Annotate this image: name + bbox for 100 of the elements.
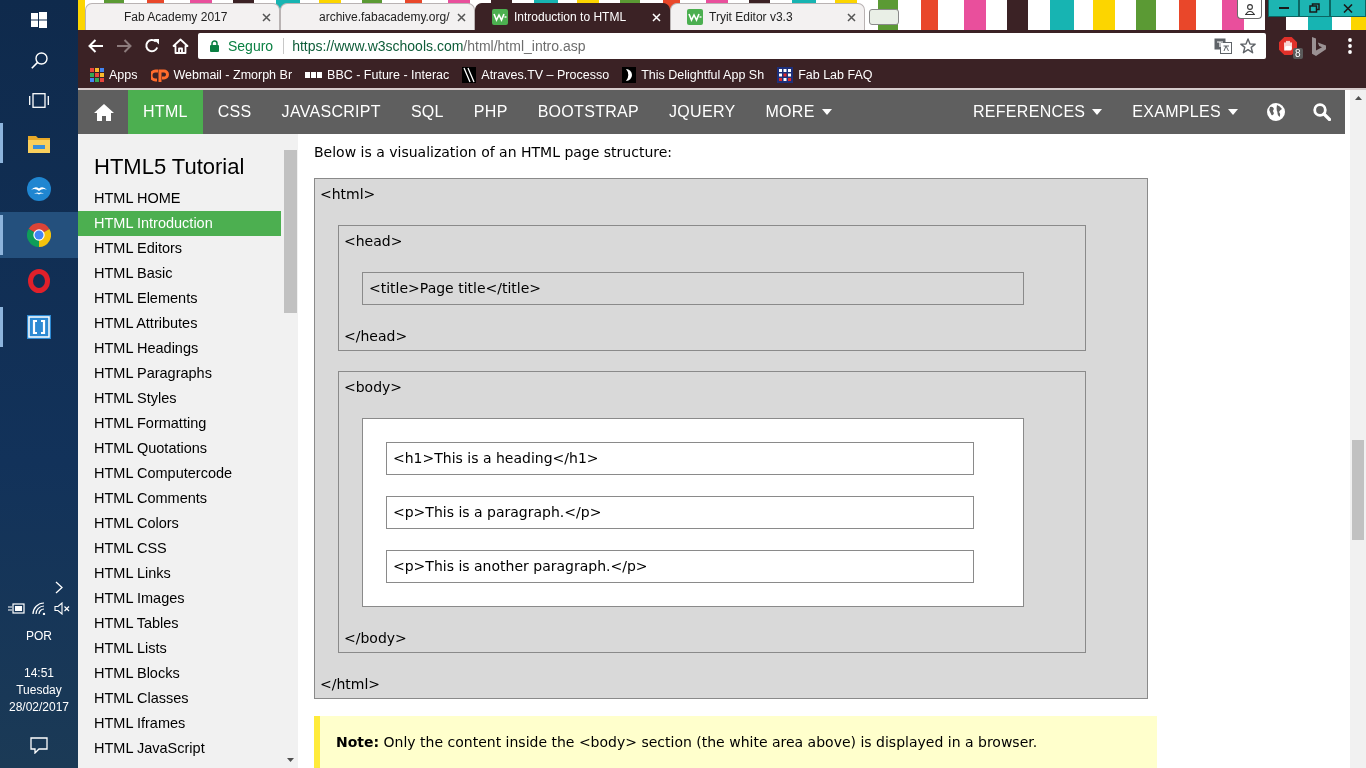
- caret-icon: [1092, 109, 1103, 115]
- browser-tab[interactable]: Tryit Editor v3.3: [670, 3, 865, 30]
- tag-label: </head>: [344, 327, 409, 346]
- url-text: https://www.w3schools.com/html/html_intro.asp: [292, 38, 586, 54]
- tag-label: </html>: [320, 675, 382, 694]
- bookmark-link[interactable]: Apps: [90, 68, 138, 82]
- restore-button[interactable]: [1299, 0, 1330, 17]
- sidebar-link[interactable]: HTML Formatting: [78, 411, 281, 436]
- tab-title: Fab Academy 2017: [124, 10, 229, 24]
- sidebar-link[interactable]: HTML Quotations: [78, 436, 281, 461]
- wifi-icon[interactable]: [32, 602, 47, 615]
- sidebar-link[interactable]: HTML Links: [78, 561, 281, 586]
- folder-icon: [28, 133, 50, 153]
- globe-icon: [1267, 103, 1285, 121]
- intro-text: Below is a visualization of an HTML page structure:: [314, 143, 674, 162]
- bookmark-link[interactable]: Webmail - Zmorph Br: [150, 68, 293, 82]
- address-bar[interactable]: Seguro https://www.w3schools.com/html/html_intro.asp: [198, 33, 1266, 59]
- nav-link[interactable]: JAVASCRIPT: [266, 90, 396, 134]
- notifications-button[interactable]: [27, 734, 51, 756]
- page-scrollbar[interactable]: [1350, 90, 1366, 768]
- clock-day[interactable]: Tuesday: [16, 682, 62, 699]
- sidebar-link[interactable]: HTML Tables: [78, 611, 281, 636]
- sidebar-link[interactable]: HTML HOME: [78, 186, 281, 211]
- bracket-logo-icon: [27, 315, 51, 339]
- star-icon[interactable]: [1240, 38, 1256, 54]
- close-icon: [1343, 3, 1353, 13]
- sidebar-link[interactable]: HTML Colors: [78, 511, 281, 536]
- sidebar-link[interactable]: HTML Attributes: [78, 311, 281, 336]
- sidebar-link[interactable]: HTML Iframes: [78, 711, 281, 736]
- sidebar-link[interactable]: HTML Paragraphs: [78, 361, 281, 386]
- reload-icon: [144, 38, 160, 54]
- search-icon: [1313, 103, 1331, 121]
- sidebar-link[interactable]: HTML Lists: [78, 636, 281, 661]
- extension-badge: 8: [1293, 48, 1303, 59]
- nav-link[interactable]: SQL: [395, 90, 459, 134]
- sidebar-link[interactable]: HTML Computercode: [78, 461, 281, 486]
- nav-link[interactable]: JQUERY: [654, 90, 751, 134]
- tag-label: <body>: [344, 378, 404, 397]
- tab-title: Introduction to HTML: [514, 10, 628, 24]
- nav-menu[interactable]: EXAMPLES: [1117, 90, 1253, 134]
- nav-link[interactable]: CSS: [202, 90, 267, 134]
- nav-link[interactable]: PHP: [458, 90, 523, 134]
- sidebar-title: HTML5 Tutorial: [93, 153, 246, 181]
- sidebar-link[interactable]: HTML Images: [78, 586, 281, 611]
- minimize-button[interactable]: [1268, 0, 1299, 17]
- chevron-icon: [55, 580, 63, 594]
- apps-grid-icon: [90, 68, 104, 82]
- close-icon[interactable]: [847, 12, 856, 22]
- sidebar-link[interactable]: HTML Comments: [78, 486, 281, 511]
- bookmark-link[interactable]: This Delightful App Sh: [622, 67, 765, 83]
- nav-menu[interactable]: REFERENCES: [957, 90, 1118, 134]
- browser-tab[interactable]: archive.fabacademy.org/: [280, 3, 475, 30]
- scrollbar-thumb[interactable]: [284, 150, 297, 313]
- sidebar-link[interactable]: HTML Classes: [78, 686, 281, 711]
- stop-hand-icon: [1278, 37, 1297, 55]
- sidebar-link[interactable]: HTML Styles: [78, 386, 281, 411]
- sidebar-link[interactable]: HTML Editors: [78, 236, 281, 261]
- caret-icon: [1228, 109, 1238, 115]
- nav-menu[interactable]: MORE: [750, 90, 847, 134]
- close-window-button[interactable]: [1330, 0, 1366, 17]
- sidebar-link[interactable]: HTML Elements: [78, 286, 281, 311]
- note-text: Note: Only the content inside the <body> section (the white area above) is displayed in a browser.: [336, 733, 1039, 752]
- cp-logo-icon: [150, 68, 169, 82]
- sidebar-link[interactable]: HTML Blocks: [78, 661, 281, 686]
- tab-title: Tryit Editor v3.3: [709, 10, 794, 24]
- nav-link[interactable]: BOOTSTRAP: [522, 90, 654, 134]
- bookmark-link[interactable]: Fab Lab FAQ: [777, 67, 873, 83]
- tag-label: <html>: [320, 185, 377, 204]
- new-tab-button[interactable]: [869, 9, 899, 25]
- input-language[interactable]: POR: [26, 629, 52, 643]
- scrollbar-thumb[interactable]: [1352, 440, 1364, 540]
- clock-time[interactable]: 14:51: [24, 665, 54, 682]
- lock-icon: [210, 40, 219, 52]
- close-icon[interactable]: [457, 12, 466, 22]
- grid-icon: [777, 67, 794, 83]
- sidebar-link[interactable]: HTML Basic: [78, 261, 281, 286]
- sidebar-link[interactable]: HTML JavaScript: [78, 736, 281, 761]
- user-button[interactable]: [1237, 0, 1262, 19]
- tag-label: </body>: [344, 629, 408, 648]
- browser-tab[interactable]: Introduction to HTML: [475, 3, 670, 30]
- b-shaped-logo-icon: [1312, 36, 1326, 56]
- ring-logo-icon: [28, 269, 50, 293]
- sidebar-link[interactable]: HTML CSS: [78, 536, 281, 561]
- battery-icon[interactable]: [7, 603, 25, 614]
- sidebar-link[interactable]: HTML Headings: [78, 336, 281, 361]
- scroll-up-icon[interactable]: [1354, 96, 1362, 100]
- three-boxes-icon: [305, 72, 323, 78]
- scroll-down-icon[interactable]: [287, 758, 294, 762]
- browser-tab[interactable]: Fab Academy 2017: [85, 3, 280, 30]
- bookmark-link[interactable]: Atraves.TV – Processo: [462, 67, 610, 83]
- bookmark-link[interactable]: BBC - Future - Interac: [305, 68, 450, 82]
- security-label: Seguro: [228, 38, 274, 54]
- speaker-muted-icon[interactable]: [54, 602, 71, 615]
- tab-title: archive.fabacademy.org/: [319, 10, 451, 24]
- bird-logo-icon: [27, 177, 51, 201]
- minimize-icon: [1278, 7, 1289, 9]
- translate-icon[interactable]: [1214, 38, 1232, 54]
- round-logo-icon: [27, 223, 51, 247]
- close-icon[interactable]: [262, 12, 271, 22]
- clock-date[interactable]: 28/02/2017: [8, 699, 70, 716]
